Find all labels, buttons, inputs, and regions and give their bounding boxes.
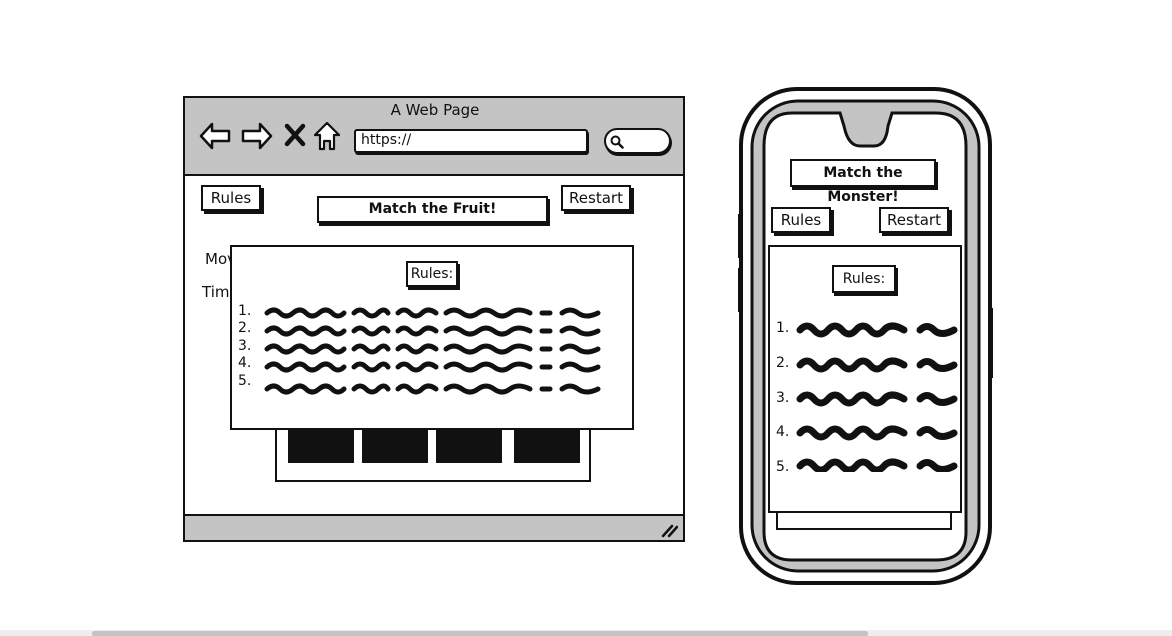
url-text: https:// xyxy=(361,132,412,148)
browser-statusbar xyxy=(185,514,683,540)
modal-title: Rules: xyxy=(406,261,458,287)
resize-grip-icon[interactable] xyxy=(660,522,678,538)
mobile-rules-button[interactable]: Rules xyxy=(771,207,831,233)
window-title: A Web Page xyxy=(390,101,480,119)
rule-text-scribble xyxy=(264,307,601,396)
card-tile[interactable] xyxy=(362,429,428,463)
back-arrow-icon[interactable] xyxy=(198,121,232,151)
card-tile[interactable] xyxy=(514,429,580,463)
close-x-icon[interactable] xyxy=(284,123,306,147)
rules-button[interactable]: Rules xyxy=(201,185,261,211)
rule-number: 2. xyxy=(776,355,790,371)
card-tile[interactable] xyxy=(436,429,502,463)
rule-number: 2. xyxy=(238,320,252,336)
rule-number: 5. xyxy=(776,459,790,475)
rule-number: 3. xyxy=(238,338,252,354)
url-bar[interactable]: https:// xyxy=(354,129,588,153)
rule-number: 1. xyxy=(238,303,252,319)
mobile-rule-text-scribble xyxy=(796,322,958,472)
rule-number: 3. xyxy=(776,390,790,406)
mobile-restart-button[interactable]: Restart xyxy=(879,207,949,233)
page-title: Match the Fruit! xyxy=(317,196,548,223)
rule-number: 5. xyxy=(238,373,252,389)
mobile-modal-title: Rules: xyxy=(832,265,896,293)
rule-number: 1. xyxy=(776,320,790,336)
mobile-page-title: Match the Monster! xyxy=(790,159,936,205)
home-icon[interactable] xyxy=(312,120,342,152)
forward-arrow-icon[interactable] xyxy=(240,121,274,151)
rule-number: 4. xyxy=(776,424,790,440)
scrollbar-thumb[interactable] xyxy=(92,631,868,636)
card-tile[interactable] xyxy=(288,429,354,463)
search-icon xyxy=(610,135,624,149)
rule-number: 4. xyxy=(238,355,252,371)
restart-button[interactable]: Restart xyxy=(561,185,631,211)
